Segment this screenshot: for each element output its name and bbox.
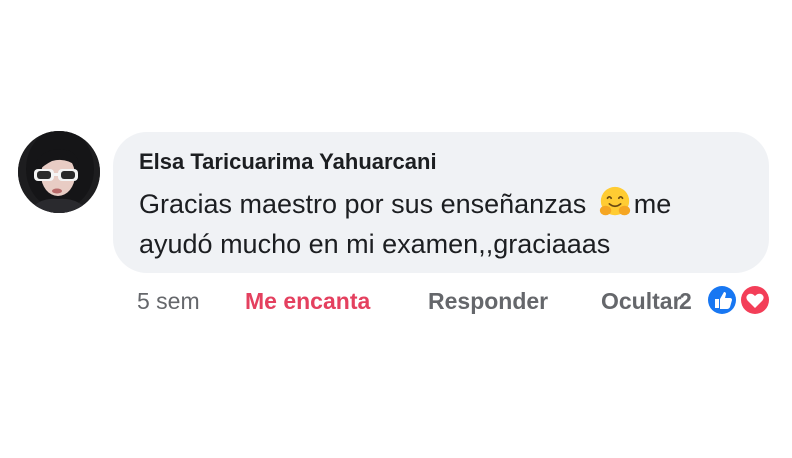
hugging-face-icon xyxy=(599,186,630,216)
reply-button[interactable]: Responder xyxy=(428,286,548,316)
profile-photo xyxy=(18,131,100,213)
like-icon xyxy=(706,284,738,316)
comment-container: Elsa Taricuarima Yahuarcani Gracias maes… xyxy=(0,0,792,458)
comment-text-part: Gracias maestro por sus enseñanzas xyxy=(139,189,594,219)
reaction-count[interactable]: 2 xyxy=(679,286,692,316)
hide-button[interactable]: Ocultar xyxy=(601,286,682,316)
reaction-icons[interactable] xyxy=(703,283,775,317)
comment-timestamp[interactable]: 5 sem xyxy=(137,286,200,316)
comment-line-2: ayudó mucho en mi examen,,graciaaas xyxy=(139,229,611,259)
reaction-icons-graphic xyxy=(706,284,771,316)
comment-author[interactable]: Elsa Taricuarima Yahuarcani xyxy=(139,148,769,176)
avatar[interactable] xyxy=(18,131,100,213)
comment-text-part: me xyxy=(633,189,672,219)
comment-bubble: Elsa Taricuarima Yahuarcani Gracias maes… xyxy=(113,132,769,273)
comment-text: Gracias maestro por sus enseñanzas me ay… xyxy=(139,184,759,264)
love-reaction-button[interactable]: Me encanta xyxy=(245,286,370,316)
love-icon xyxy=(739,284,771,316)
comment-line-1: Gracias maestro por sus enseñanzas me xyxy=(139,184,759,224)
